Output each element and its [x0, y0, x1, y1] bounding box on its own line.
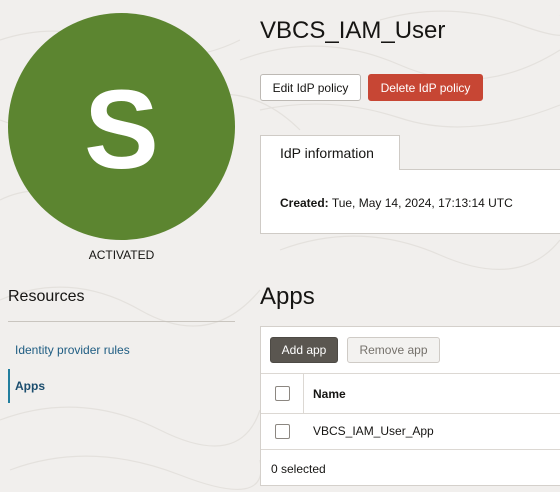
edit-idp-policy-button[interactable]: Edit IdP policy [260, 74, 361, 101]
avatar-initial: S [84, 66, 159, 192]
selected-count: 0 selected [271, 462, 326, 476]
page-title: VBCS_IAM_User [260, 17, 446, 44]
row-checkbox[interactable] [275, 424, 290, 439]
tab-idp-information[interactable]: IdP information [260, 135, 400, 170]
table-header-row: Name [261, 373, 560, 413]
apps-heading: Apps [260, 283, 315, 310]
column-header-name[interactable]: Name [313, 387, 346, 401]
table-footer: 0 selected [261, 449, 560, 487]
remove-app-button: Remove app [347, 337, 440, 363]
user-avatar: S [8, 13, 235, 240]
created-value: Tue, May 14, 2024, 17:13:14 UTC [331, 196, 513, 210]
created-line: Created: Tue, May 14, 2024, 17:13:14 UTC [280, 196, 513, 210]
delete-idp-policy-button[interactable]: Delete IdP policy [368, 74, 483, 101]
resources-heading: Resources [8, 288, 85, 305]
resources-divider [8, 321, 235, 322]
column-divider [303, 374, 304, 413]
nav-item-apps[interactable]: Apps [8, 369, 235, 403]
table-row[interactable]: VBCS_IAM_User_App [261, 413, 560, 449]
select-all-checkbox[interactable] [275, 386, 290, 401]
resources-nav: Identity provider rules Apps [8, 333, 235, 403]
apps-table-panel: Add app Remove app Name VBCS_IAM_User_Ap… [260, 326, 560, 486]
status-label: ACTIVATED [88, 248, 155, 262]
nav-item-identity-provider-rules[interactable]: Identity provider rules [8, 333, 235, 368]
created-label: Created: [280, 196, 329, 210]
add-app-button[interactable]: Add app [270, 337, 338, 363]
app-name-cell: VBCS_IAM_User_App [313, 424, 434, 438]
idp-info-panel: Created: Tue, May 14, 2024, 17:13:14 UTC [260, 169, 560, 234]
